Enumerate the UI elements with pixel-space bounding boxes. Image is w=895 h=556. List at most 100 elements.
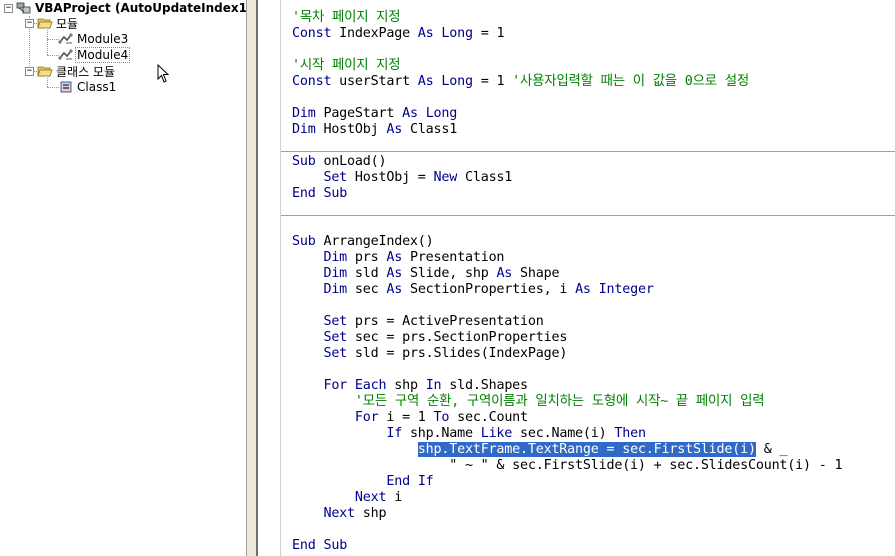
keyword-token: Like: [480, 426, 513, 441]
code-margin-indicator-bar[interactable]: [256, 0, 280, 556]
selected-text: shp.TextFrame.TextRange = sec.FirstSlide…: [417, 442, 756, 457]
keyword-token: As: [386, 250, 403, 265]
collapse-icon[interactable]: −: [25, 18, 34, 28]
tree-folder-label: 모듈: [56, 16, 79, 31]
code-line[interactable]: Sub ArrangeIndex(): [292, 234, 434, 250]
code-token: = 1: [472, 74, 513, 89]
keyword-token: To: [433, 410, 450, 425]
tree-folder-class-modules[interactable]: − 클래스 모듈: [25, 63, 116, 79]
keyword-token: Const: [292, 26, 332, 41]
code-line[interactable]: Const userStart As Long = 1 '사용자입력할 때는 이…: [292, 74, 749, 90]
code-editor[interactable]: '목차 페이지 지정 Const IndexPage As Long = 1 '시작…: [280, 0, 895, 556]
keyword-token: As: [417, 26, 434, 41]
vba-project-icon: [16, 1, 32, 15]
code-token: sld = prs.Slides(IndexPage): [347, 346, 568, 361]
code-token: SectionProperties, i: [402, 282, 576, 297]
collapse-icon[interactable]: −: [25, 66, 34, 76]
class-module-icon: [58, 80, 74, 94]
keyword-token: Next: [323, 506, 355, 521]
code-line[interactable]: End Sub: [292, 538, 347, 554]
keyword-token: As: [402, 106, 418, 121]
keyword-token: Set: [323, 330, 348, 345]
tree-item-label: Class1: [77, 80, 117, 94]
code-token: PageStart: [315, 106, 403, 121]
code-line[interactable]: For Each shp In sld.Shapes: [292, 378, 528, 394]
pane-splitter[interactable]: [246, 0, 256, 556]
code-line[interactable]: Next shp: [292, 506, 386, 522]
code-line[interactable]: For i = 1 To sec.Count: [292, 410, 528, 426]
code-line[interactable]: shp.TextFrame.TextRange = sec.FirstSlide…: [292, 442, 788, 458]
keyword-token: As: [386, 122, 403, 137]
code-token: = 1: [472, 26, 505, 41]
code-line[interactable]: Set sld = prs.Slides(IndexPage): [292, 346, 567, 362]
tree-item-module4[interactable]: Module4: [58, 47, 131, 63]
code-token: ArrangeIndex(): [315, 234, 434, 249]
tree-folder-modules[interactable]: − 모듈: [25, 15, 79, 31]
code-token: sld: [347, 266, 387, 281]
code-token: IndexPage: [331, 26, 418, 41]
code-line[interactable]: Set prs = ActivePresentation: [292, 314, 544, 330]
code-line[interactable]: Const IndexPage As Long = 1: [292, 26, 505, 42]
keyword-token: Then: [614, 426, 646, 441]
code-line[interactable]: Dim PageStart As Long: [292, 106, 457, 122]
code-line[interactable]: If shp.Name Like sec.Name(i) Then: [292, 426, 646, 442]
code-line[interactable]: '목차 페이지 지정: [292, 10, 401, 26]
code-token: " ~ " & sec.FirstSlide(i) + sec.SlidesCo…: [292, 458, 843, 473]
code-token: onLoad(): [315, 154, 387, 169]
code-line[interactable]: End If: [292, 474, 434, 490]
keyword-token: Next: [354, 490, 387, 505]
tree-root-vbaproject[interactable]: − VBAProject (AutoUpdateIndex1.: [4, 0, 246, 16]
code-line[interactable]: Sub onLoad(): [292, 154, 387, 170]
code-token: prs: [347, 250, 387, 265]
code-token: HostObj =: [347, 170, 434, 185]
keyword-token: Dim: [323, 266, 348, 281]
keyword-token: As: [386, 266, 403, 281]
code-token: userStart: [331, 74, 418, 89]
keyword-token: Dim: [323, 282, 348, 297]
keyword-token: If: [417, 474, 434, 489]
code-line[interactable]: '시작 페이지 지정: [292, 58, 401, 74]
code-token: prs = ActivePresentation: [347, 314, 544, 329]
keyword-token: New: [433, 170, 458, 185]
code-token: Class1: [457, 170, 513, 185]
code-line[interactable]: Dim prs As Presentation: [292, 250, 504, 266]
code-token: Class1: [402, 122, 458, 137]
code-line[interactable]: End Sub: [292, 186, 347, 202]
code-token: shp: [386, 378, 426, 393]
keyword-token: Set: [323, 346, 348, 361]
keyword-token: If: [386, 426, 403, 441]
code-line[interactable]: Set sec = prs.SectionProperties: [292, 330, 567, 346]
keyword-token: As: [386, 282, 403, 297]
code-line[interactable]: Dim sld As Slide, shp As Shape: [292, 266, 559, 282]
keyword-token: End: [292, 538, 316, 553]
keyword-token: Long: [441, 26, 473, 41]
code-line[interactable]: Dim HostObj As Class1: [292, 122, 457, 138]
code-line[interactable]: Next i: [292, 490, 402, 506]
module-icon: [58, 32, 74, 46]
tree-item-class1[interactable]: Class1: [58, 79, 117, 95]
keyword-token: Set: [323, 170, 348, 185]
code-line[interactable]: " ~ " & sec.FirstSlide(i) + sec.SlidesCo…: [292, 458, 842, 474]
code-line[interactable]: Dim sec As SectionProperties, i As Integ…: [292, 282, 654, 298]
code-line[interactable]: Set HostObj = New Class1: [292, 170, 512, 186]
collapse-icon[interactable]: −: [4, 3, 13, 13]
tree-item-module3[interactable]: Module3: [58, 31, 129, 47]
code-line[interactable]: '모든 구역 순환, 구역이름과 일치하는 도형에 시작~ 끝 페이지 입력: [292, 394, 765, 410]
keyword-token: Sub: [292, 234, 316, 249]
keyword-token: For: [323, 378, 348, 393]
comment-token: '사용자입력할 때는 이 값을 0으로 설정: [512, 74, 749, 89]
keyword-token: Integer: [598, 282, 654, 297]
